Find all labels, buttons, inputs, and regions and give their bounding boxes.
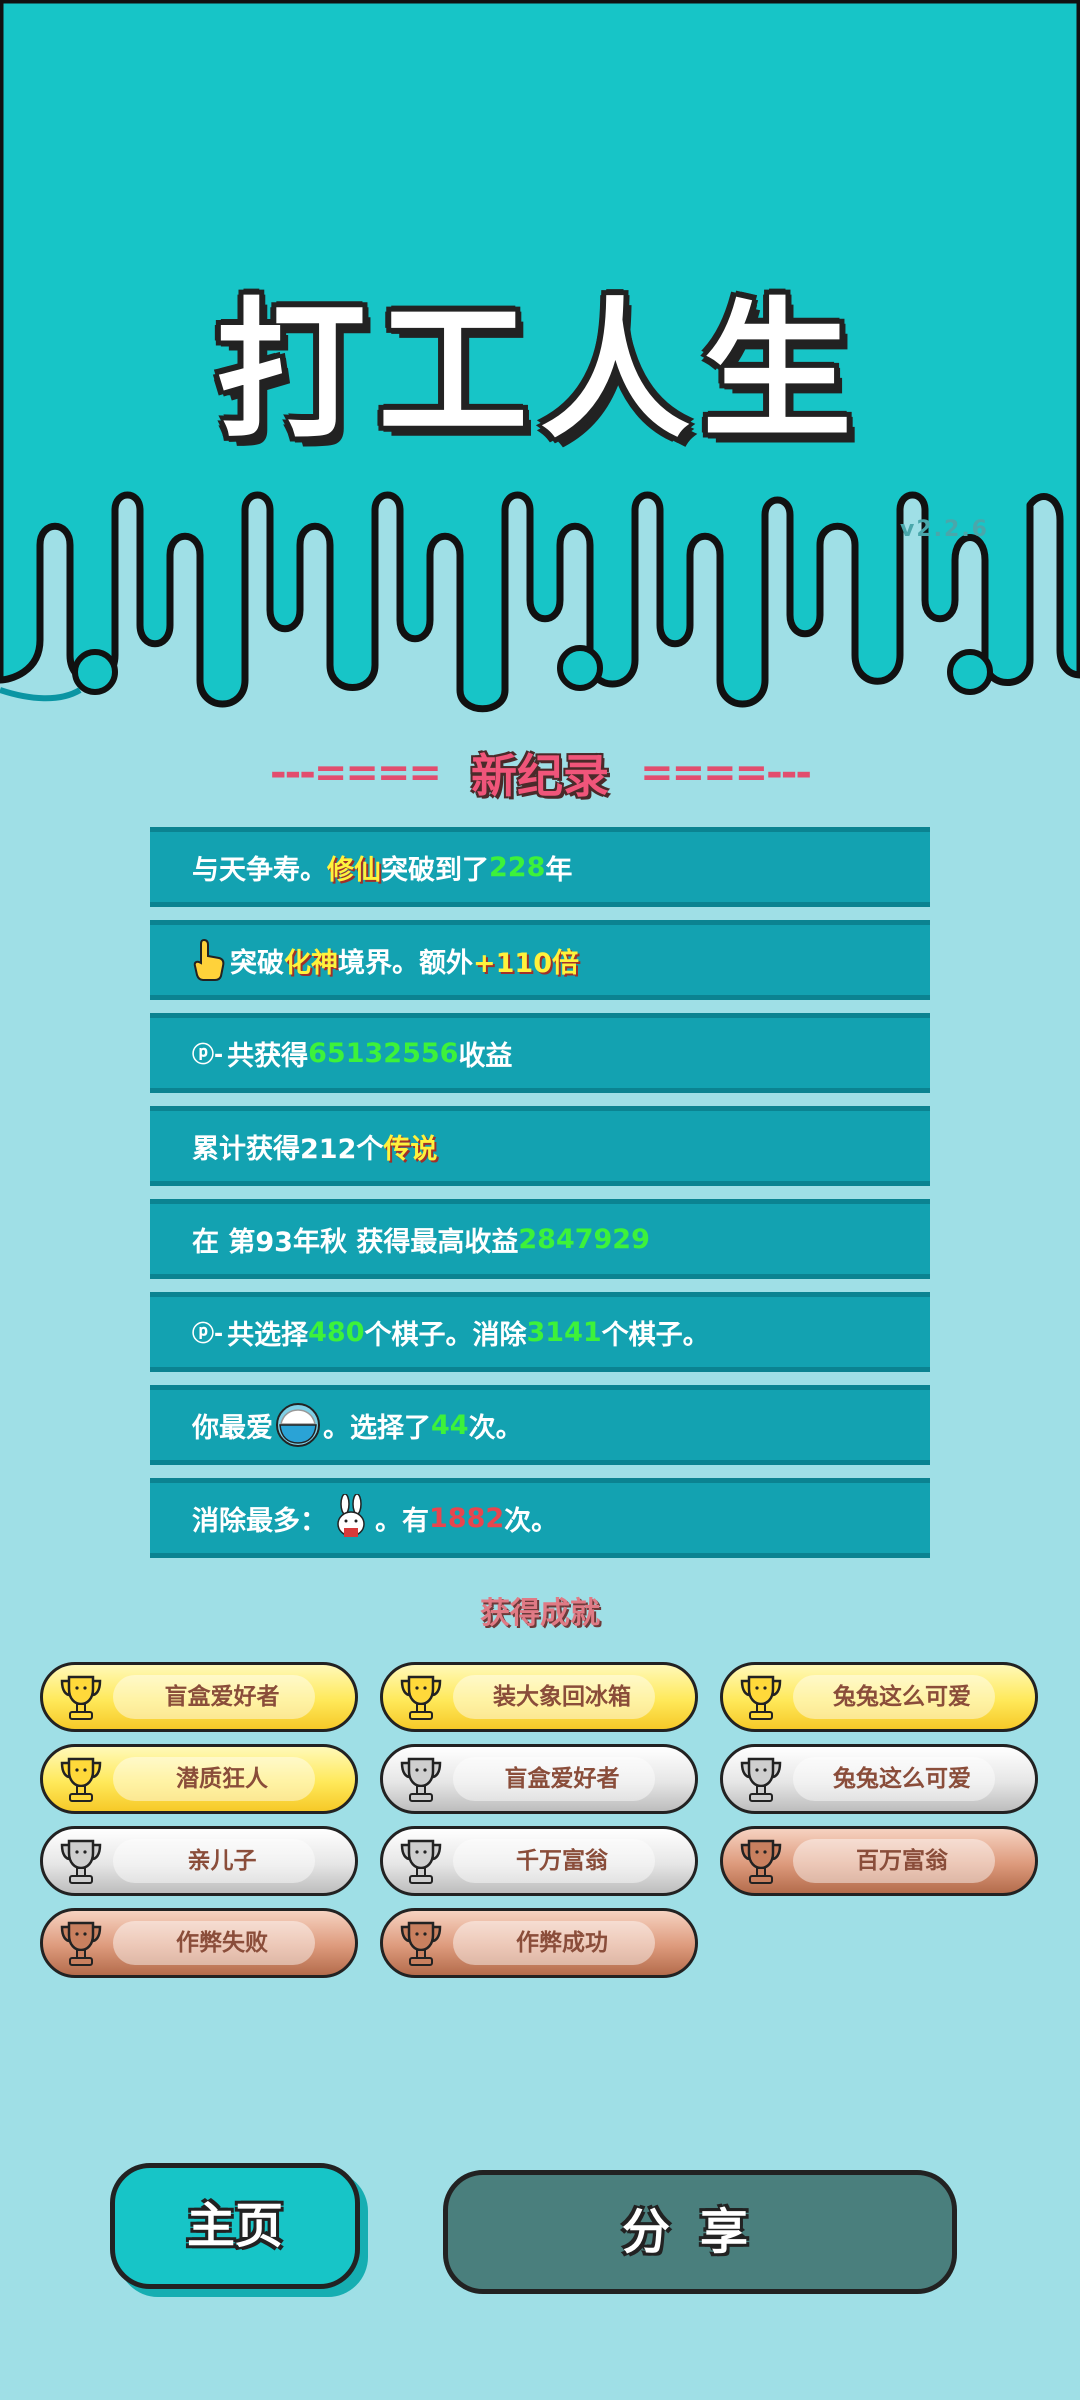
achievement-label: 百万富翁 — [856, 1848, 948, 1874]
trophy-icon — [400, 1839, 442, 1884]
bunny-icon — [337, 1494, 365, 1537]
record-text: 突破到了 — [381, 854, 489, 886]
record-text: 共选择 — [227, 1319, 309, 1351]
record-row-income: ⓟ- 共获得 65132556 收益 — [150, 1013, 930, 1093]
new-record-title: 新纪录 — [471, 749, 609, 803]
trophy-icon — [740, 1757, 782, 1802]
record-highlight: 传说 — [383, 1133, 438, 1165]
record-text: 消除最多： — [192, 1505, 327, 1537]
record-text: 与天争寿。 — [192, 854, 327, 886]
record-number: 2847929 — [518, 1223, 650, 1255]
achievement-label: 潜质狂人 — [176, 1766, 268, 1792]
record-text: 在 第93年秋 获得最高收益 — [192, 1226, 519, 1258]
record-text: 突破 — [230, 947, 284, 979]
left-dashes: ---==== — [270, 750, 442, 796]
achievement-badge[interactable]: 盲盒爱好者 — [380, 1744, 698, 1814]
record-row-best-income: 在 第93年秋 获得最高收益 2847929 — [150, 1199, 930, 1279]
share-button[interactable]: 分享 — [443, 2170, 957, 2294]
record-row-pieces: ⓟ- 共选择 480 个棋子。消除 3141 个棋子。 — [150, 1292, 930, 1372]
achievement-label: 作弊失败 — [176, 1930, 268, 1956]
record-row-favorite: 你最爱 。选择了 44 次。 — [150, 1385, 930, 1465]
achievement-label: 作弊成功 — [516, 1930, 608, 1956]
drip-drop — [947, 649, 993, 695]
trophy-icon — [60, 1921, 102, 1966]
achievement-label: 装大象回冰箱 — [493, 1684, 631, 1710]
achievement-badge[interactable]: 兔兔这么可爱 — [720, 1662, 1038, 1732]
right-dashes: ====--- — [640, 750, 812, 796]
record-row-most-eliminated: 消除最多： 。有 1882 次。 — [150, 1478, 930, 1558]
record-text: 个棋子。消除 — [364, 1319, 527, 1351]
achievement-label: 亲儿子 — [187, 1848, 257, 1874]
trophy-icon — [400, 1757, 442, 1802]
achievement-badge[interactable]: 潜质狂人 — [40, 1744, 358, 1814]
achievement-badge[interactable]: 作弊失败 — [40, 1908, 358, 1978]
achievement-badge[interactable]: 亲儿子 — [40, 1826, 358, 1896]
record-text: 。选择了 — [323, 1412, 431, 1444]
record-text: 。有 — [375, 1505, 429, 1537]
record-row-breakthrough: 突破 化神 境界。额外 +110倍 — [150, 920, 930, 1000]
trophy-icon — [60, 1757, 102, 1802]
version-label: v2.2.6 — [900, 517, 989, 542]
record-number: 1882 — [429, 1502, 505, 1534]
record-row-lifespan: 与天争寿。 修仙 突破到了 228 年 — [150, 827, 930, 907]
achievement-badge[interactable]: 作弊成功 — [380, 1908, 698, 1978]
pointing-hand-icon — [193, 938, 225, 981]
game-title-wrap: 打工人生 — [0, 250, 1080, 467]
record-number: 65132556 — [308, 1037, 459, 1069]
achievement-badge[interactable]: 百万富翁 — [720, 1826, 1038, 1896]
achievement-label: 兔兔这么可爱 — [833, 1766, 971, 1792]
record-row-legends: 累计获得212个 传说 — [150, 1106, 930, 1186]
achievements-title: 获得成就 — [480, 1596, 600, 1631]
record-text: 年 — [545, 854, 573, 886]
rice-bowl-icon — [276, 1403, 320, 1447]
record-text: 次。 — [468, 1412, 523, 1444]
record-text: 次。 — [504, 1505, 559, 1537]
swirl-icon: ⓟ- — [192, 1322, 224, 1347]
home-button[interactable]: 主页 — [110, 2163, 360, 2289]
record-text: 共获得 — [227, 1040, 309, 1072]
trophy-icon — [740, 1839, 782, 1884]
record-text: 境界。额外 — [338, 947, 473, 979]
achievement-badge[interactable]: 盲盒爱好者 — [40, 1662, 358, 1732]
trophy-icon — [400, 1675, 442, 1720]
new-record-header: ---==== 新纪录 ====--- — [0, 740, 1080, 810]
drip-drop — [557, 645, 603, 691]
swirl-icon: ⓟ- — [192, 1043, 224, 1068]
record-list: 与天争寿。 修仙 突破到了 228 年 突破 化神 境界。额外 +110倍 ⓟ-… — [150, 827, 930, 1571]
trophy-icon — [60, 1839, 102, 1884]
trophy-icon — [740, 1675, 782, 1720]
record-number: 44 — [431, 1409, 469, 1441]
record-text: 累计获得212个 — [192, 1133, 384, 1165]
trophy-icon — [400, 1921, 442, 1966]
record-text: 收益 — [458, 1040, 513, 1072]
achievement-label: 千万富翁 — [516, 1848, 608, 1874]
achievement-badge[interactable]: 千万富翁 — [380, 1826, 698, 1896]
achievement-label: 兔兔这么可爱 — [833, 1684, 971, 1710]
achievement-badge[interactable]: 装大象回冰箱 — [380, 1662, 698, 1732]
record-highlight: 修仙 — [327, 854, 381, 886]
record-text: 你最爱 — [192, 1412, 273, 1444]
game-title: 打工人生 — [215, 285, 864, 459]
record-number: 480 — [308, 1316, 365, 1348]
achievement-badge[interactable]: 兔兔这么可爱 — [720, 1744, 1038, 1814]
record-highlight: 化神 — [284, 947, 338, 979]
achievement-label: 盲盒爱好者 — [164, 1684, 280, 1710]
drip-drop — [72, 649, 118, 695]
achievement-label: 盲盒爱好者 — [504, 1766, 620, 1792]
record-number: 3141 — [526, 1316, 602, 1348]
record-multiplier: +110倍 — [473, 947, 579, 979]
record-text: 个棋子。 — [601, 1319, 710, 1351]
record-number: 228 — [489, 851, 546, 883]
trophy-icon — [60, 1675, 102, 1720]
